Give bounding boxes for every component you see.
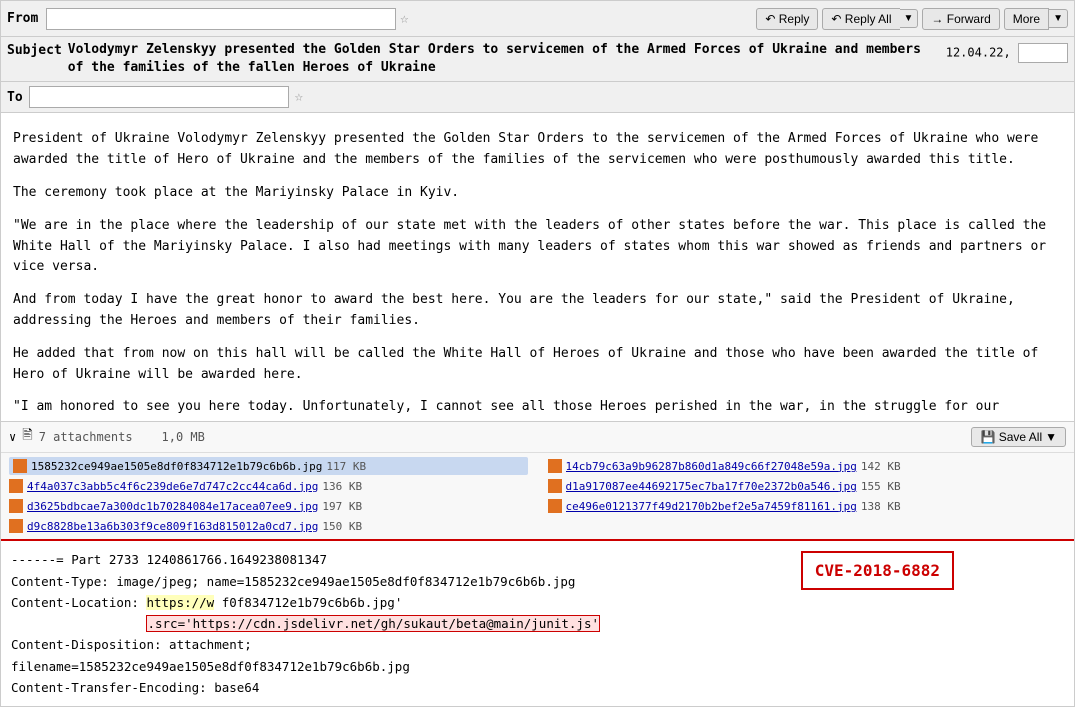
more-dropdown-button[interactable]: ▼ xyxy=(1049,9,1068,28)
from-input[interactable] xyxy=(46,8,396,30)
more-group: More ▼ xyxy=(1004,8,1068,30)
subject-date-input[interactable] xyxy=(1018,43,1068,63)
attachment-size: 155 KB xyxy=(861,480,901,493)
content-location-highlight: https://w xyxy=(146,595,214,610)
attachment-size: 150 KB xyxy=(322,520,362,533)
subject-label: Subject xyxy=(7,41,62,58)
attachment-name: d9c8828be13a6b303f9ce809f163d815012a0cd7… xyxy=(27,520,318,533)
vuln-line6: Content-Transfer-Encoding: base64 xyxy=(11,677,1064,698)
vuln-line4: Content-Disposition: attachment; xyxy=(11,634,1064,655)
attachment-size: 197 KB xyxy=(322,500,362,513)
attachment-name: 14cb79c63a9b96287b860d1a849c66f27048e59a… xyxy=(566,460,857,473)
cve-badge: CVE-2018-6882 xyxy=(801,551,954,590)
attachments-header: ∨ 🖹 7 attachments 1,0 MB 💾 Save All ▼ xyxy=(1,422,1074,453)
attachment-item[interactable]: d9c8828be13a6b303f9ce809f163d815012a0cd7… xyxy=(9,517,528,535)
save-all-button[interactable]: 💾 Save All ▼ xyxy=(971,427,1066,447)
subject-text: Volodymyr Zelenskyy presented the Golden… xyxy=(68,41,940,77)
more-button[interactable]: More xyxy=(1004,8,1049,30)
reply-all-group: ↶ Reply All ▼ xyxy=(822,8,918,30)
subject-date: 12.04.22, xyxy=(946,41,1068,63)
attachment-icon xyxy=(9,479,23,493)
src-highlight: .src='https://cdn.jsdelivr.net/gh/sukaut… xyxy=(146,615,600,632)
attachment-name: 4f4a037c3abb5c4f6c239de6e7d747c2cc44ca6d… xyxy=(27,480,318,493)
attachment-name: d3625bdbcae7a300dc1b70284084e17acea07ee9… xyxy=(27,500,318,513)
to-star-icon[interactable]: ☆ xyxy=(295,89,303,105)
attachment-name: 1585232ce949ae1505e8df0f834712e1b79c6b6b… xyxy=(31,460,322,473)
attachment-icon xyxy=(9,519,23,533)
save-all-label: 💾 Save All xyxy=(980,430,1042,444)
attachment-size: 138 KB xyxy=(861,500,901,513)
reply-all-dropdown-button[interactable]: ▼ xyxy=(900,9,919,28)
attachment-icon xyxy=(13,459,27,473)
to-input[interactable] xyxy=(29,86,289,108)
attachments-count-text: 7 attachments xyxy=(39,430,133,444)
body-para-5: He added that from now on this hall will… xyxy=(13,344,1062,386)
attachments-size: 1,0 MB xyxy=(162,430,205,444)
from-star-icon[interactable]: ☆ xyxy=(400,11,408,27)
body-para-4: And from today I have the great honor to… xyxy=(13,290,1062,332)
forward-button[interactable]: → Forward xyxy=(922,8,999,30)
attachments-count: 7 attachments 1,0 MB xyxy=(39,430,205,444)
email-client: From ☆ ↶ Reply ↶ Reply All ▼ → Forward M… xyxy=(0,0,1075,707)
attachment-item[interactable]: d1a917087ee44692175ec7ba17f70e2372b0a546… xyxy=(548,477,1067,495)
to-row: To ☆ xyxy=(1,82,1074,113)
body-para-1: President of Ukraine Volodymyr Zelenskyy… xyxy=(13,129,1062,171)
attachment-icon xyxy=(548,479,562,493)
attachments-grid: 1585232ce949ae1505e8df0f834712e1b79c6b6b… xyxy=(1,453,1074,539)
attachment-item[interactable]: 4f4a037c3abb5c4f6c239de6e7d747c2cc44ca6d… xyxy=(9,477,528,495)
subject-row: Subject Volodymyr Zelenskyy presented th… xyxy=(1,37,1074,82)
attachment-icon xyxy=(9,499,23,513)
vuln-line3-before: Content-Location: xyxy=(11,595,146,610)
attachment-name: d1a917087ee44692175ec7ba17f70e2372b0a546… xyxy=(566,480,857,493)
attachment-icon xyxy=(548,459,562,473)
attachment-item[interactable]: 1585232ce949ae1505e8df0f834712e1b79c6b6b… xyxy=(9,457,528,475)
attachment-item[interactable]: 14cb79c63a9b96287b860d1a849c66f27048e59a… xyxy=(548,457,1067,475)
body-para-6: "I am honored to see you here today. Unf… xyxy=(13,397,1062,421)
attachments-section: ∨ 🖹 7 attachments 1,0 MB 💾 Save All ▼ 15… xyxy=(1,421,1074,539)
subject-date-text: 12.04.22, xyxy=(946,46,1011,60)
toolbar: From ☆ ↶ Reply ↶ Reply All ▼ → Forward M… xyxy=(1,1,1074,37)
body-para-2: The ceremony took place at the Mariyinsk… xyxy=(13,183,1062,204)
vuln-line3: Content-Location: https://w f0f834712e1b… xyxy=(11,592,1064,613)
vuln-src-line: Content-Location: .src='https://cdn.jsde… xyxy=(11,613,1064,634)
email-body: President of Ukraine Volodymyr Zelenskyy… xyxy=(1,113,1074,421)
vuln-section: CVE-2018-6882 ------= Part 2733 12408617… xyxy=(1,539,1074,706)
to-label: To xyxy=(7,90,23,105)
body-para-3: "We are in the place where the leadershi… xyxy=(13,216,1062,278)
vuln-line5: filename=1585232ce949ae1505e8df0f834712e… xyxy=(11,656,1064,677)
reply-button[interactable]: ↶ Reply xyxy=(756,8,818,30)
reply-all-button[interactable]: ↶ Reply All xyxy=(822,8,899,30)
save-all-dropdown-icon: ▼ xyxy=(1045,430,1057,444)
attachment-size: 142 KB xyxy=(861,460,901,473)
attachment-size: 136 KB xyxy=(322,480,362,493)
attachment-size: 117 KB xyxy=(326,460,366,473)
attachments-toggle[interactable]: ∨ xyxy=(9,430,16,444)
attachment-item[interactable]: d3625bdbcae7a300dc1b70284084e17acea07ee9… xyxy=(9,497,528,515)
vuln-line3-end: f0f834712e1b79c6b6b.jpg' xyxy=(214,595,402,610)
from-label: From xyxy=(7,11,42,26)
attachment-icon xyxy=(548,499,562,513)
attachments-count-icon: 🖹 xyxy=(22,426,32,448)
attachment-name: ce496e0121377f49d2170b2bef2e5a7459f81161… xyxy=(566,500,857,513)
attachment-item[interactable]: ce496e0121377f49d2170b2bef2e5a7459f81161… xyxy=(548,497,1067,515)
